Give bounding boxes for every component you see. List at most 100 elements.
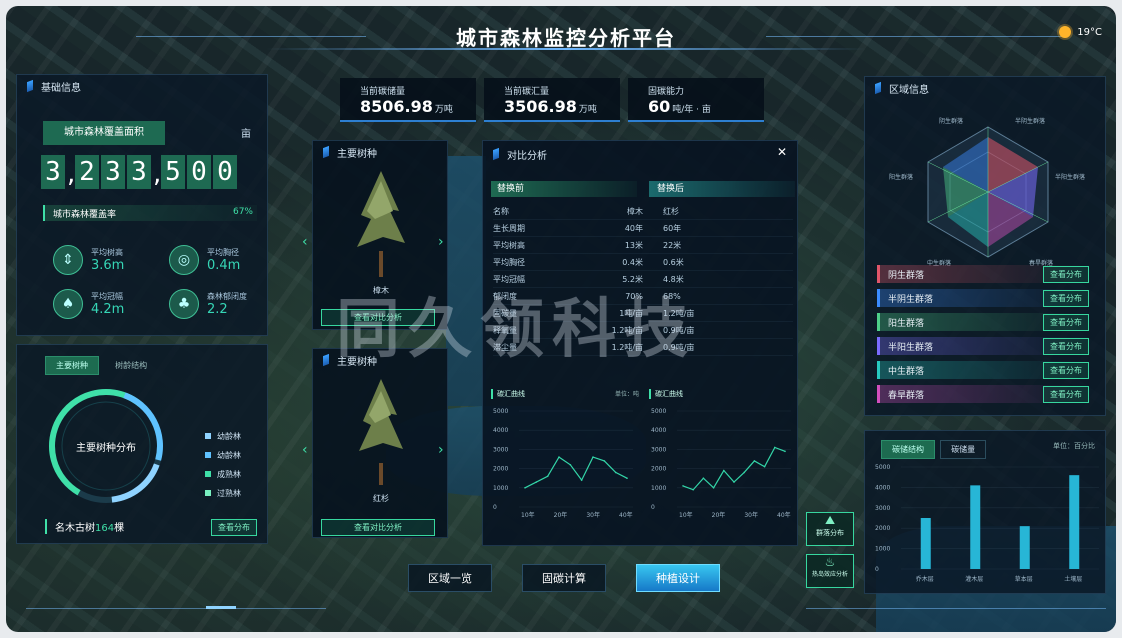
x-tick-label: 30年 xyxy=(586,511,600,519)
bar-chart-svg: 5000 4000 3000 2000 1000 0 乔木层 灌木层 草本层 土壤层 xyxy=(875,464,1099,583)
panel-title: 对比分析 xyxy=(507,150,547,162)
community-distribution-button[interactable]: ⛰ 群落分布 xyxy=(806,512,854,546)
digit: 3 xyxy=(41,155,65,189)
y-tick-label: 5000 xyxy=(651,408,666,415)
panel-title: 基础信息 xyxy=(41,82,81,94)
metric-value: 4.2m xyxy=(91,302,125,317)
view-distribution-button[interactable]: 查看分布 xyxy=(1043,386,1089,403)
chevron-right-icon[interactable]: › xyxy=(438,442,444,458)
view-distribution-button[interactable]: 查看分布 xyxy=(1043,314,1089,331)
view-distribution-button[interactable]: 查看分布 xyxy=(1043,290,1089,307)
data-point xyxy=(626,477,628,479)
row-label: 平均胸径 xyxy=(493,257,525,267)
tab-carbon-structure[interactable]: 碳储结构 xyxy=(881,440,935,459)
region-label: 阳生群落 xyxy=(888,318,925,329)
tab-carbon-storage[interactable]: 碳储量 xyxy=(940,440,987,459)
data-point xyxy=(592,456,594,458)
diameter-icon: ◎ xyxy=(169,245,199,275)
forest-icon: ♣ xyxy=(169,289,199,319)
heat-island-button[interactable]: ♨ 热岛效应分析 xyxy=(806,554,854,588)
metric-label: 平均冠幅 xyxy=(91,292,123,301)
after-value: 22米 xyxy=(663,240,682,250)
view-distribution-button[interactable]: 查看分布 xyxy=(1043,266,1089,283)
x-tick-label: 10年 xyxy=(679,511,693,519)
page-title: 城市森林监控分析平台 xyxy=(456,26,676,50)
stat-unit: 吨/年 · 亩 xyxy=(672,105,711,115)
chevron-right-icon[interactable]: › xyxy=(438,234,444,250)
bar xyxy=(970,485,981,569)
y-tick-label: 1000 xyxy=(493,485,508,492)
temperature: 19°C xyxy=(1077,26,1102,38)
metric-value: 2.2 xyxy=(207,302,228,317)
side-button-label: 热岛效应分析 xyxy=(811,571,848,578)
after-value: 红杉 xyxy=(663,206,679,216)
compare-analysis-button[interactable]: 查看对比分析 xyxy=(321,519,435,536)
x-tick-label: 30年 xyxy=(744,511,758,519)
data-point xyxy=(733,481,735,483)
nav-region-overview[interactable]: 区域一览 xyxy=(408,564,492,592)
data-point xyxy=(702,477,705,479)
row-label: 平均树高 xyxy=(493,240,525,250)
x-tick-label: 40年 xyxy=(619,511,633,519)
rate-label: 城市森林覆盖率 xyxy=(53,210,117,220)
y-tick-label: 0 xyxy=(875,566,879,573)
tree-card-2: 主要树种 红杉 查看对比分析 xyxy=(312,348,448,538)
chart-title: 碳汇曲线 xyxy=(649,389,799,399)
x-tick-label: 10年 xyxy=(521,511,535,519)
stat-label: 当前碳储量 xyxy=(360,87,406,97)
y-tick-label: 5000 xyxy=(493,408,508,415)
ancient-unit: 棵 xyxy=(114,523,125,534)
digit: 5 xyxy=(161,155,185,189)
row-label: 名称 xyxy=(493,206,509,216)
sun-icon xyxy=(1059,26,1072,38)
chevron-left-icon[interactable]: ‹ xyxy=(302,234,308,250)
data-point xyxy=(682,485,684,487)
panel-marker-icon xyxy=(875,81,881,95)
view-distribution-button[interactable]: 查看分布 xyxy=(1043,338,1089,355)
basic-info-panel: 基础信息 城市森林覆盖面积 亩 3,233,500 城市森林覆盖率 67% ⇕ … xyxy=(16,74,268,336)
region-label: 春旱群落 xyxy=(888,390,925,401)
watermark: 同久领科技 xyxy=(336,293,696,367)
x-tick-label: 20年 xyxy=(554,511,568,519)
chevron-left-icon[interactable]: ‹ xyxy=(302,442,308,458)
tab-main-species[interactable]: 主要树种 xyxy=(45,356,99,375)
panel-marker-icon xyxy=(493,147,499,161)
data-point xyxy=(580,479,583,481)
nav-planting-design[interactable]: 种植设计 xyxy=(636,564,720,592)
chart-unit: 单位：吨 xyxy=(614,391,639,398)
crown-icon: ♠ xyxy=(53,289,83,319)
stat-value: 60 xyxy=(648,97,671,116)
footer-line-left xyxy=(26,608,326,609)
ancient-label: 名木古树 xyxy=(55,523,95,534)
metric-value: 3.6m xyxy=(91,258,125,273)
dashboard-frame: 城市森林监控分析平台 19°C 当前碳储量 8506.98 万吨 当前碳汇量 35… xyxy=(6,6,1116,632)
data-point xyxy=(692,488,694,491)
digit: 3 xyxy=(127,155,151,189)
view-distribution-button[interactable]: 查看分布 xyxy=(1043,362,1089,379)
coverage-rate-bar: 城市森林覆盖率 67% xyxy=(43,205,257,221)
line-chart-before: 碳汇曲线 单位：吨 5000 4000 3000 2000 1000 0 10年 20年 30年… xyxy=(491,389,641,539)
before-header: 替换前 xyxy=(491,181,637,197)
radar-label: 半阴生群落 xyxy=(1015,117,1045,125)
radar-label: 阴生群落 xyxy=(939,117,963,125)
radar-label: 半阳生群落 xyxy=(1055,173,1085,181)
chart-unit: 单位：百分比 xyxy=(1053,442,1095,450)
data-point xyxy=(723,469,725,472)
panel-title: 主要树种 xyxy=(337,148,377,160)
data-point xyxy=(774,446,776,449)
view-distribution-button[interactable]: 查看分布 xyxy=(211,519,257,536)
legend-item: 幼龄林 xyxy=(217,432,241,441)
tab-age-structure[interactable]: 树龄结构 xyxy=(104,356,158,375)
region-radar-chart: 阴生群落 半阴生群落 半阳生群落 春旱群落 中生群落 阳生群落 xyxy=(889,117,1085,267)
bar xyxy=(1019,526,1030,569)
bar xyxy=(1069,475,1080,569)
x-tick-label: 40年 xyxy=(777,511,791,519)
nav-carbon-calc[interactable]: 固碳计算 xyxy=(522,564,606,592)
region-label: 半阴生群落 xyxy=(888,294,934,305)
comparison-row: 平均树高 13米 22米 xyxy=(493,237,793,254)
digit: 0 xyxy=(213,155,237,189)
line-chart-after: 碳汇曲线 5000 4000 3000 2000 1000 0 10年 20年 30年 40年 xyxy=(649,389,799,539)
y-tick-label: 0 xyxy=(651,504,655,511)
data-point xyxy=(784,450,786,453)
close-icon[interactable]: ✕ xyxy=(777,145,787,159)
